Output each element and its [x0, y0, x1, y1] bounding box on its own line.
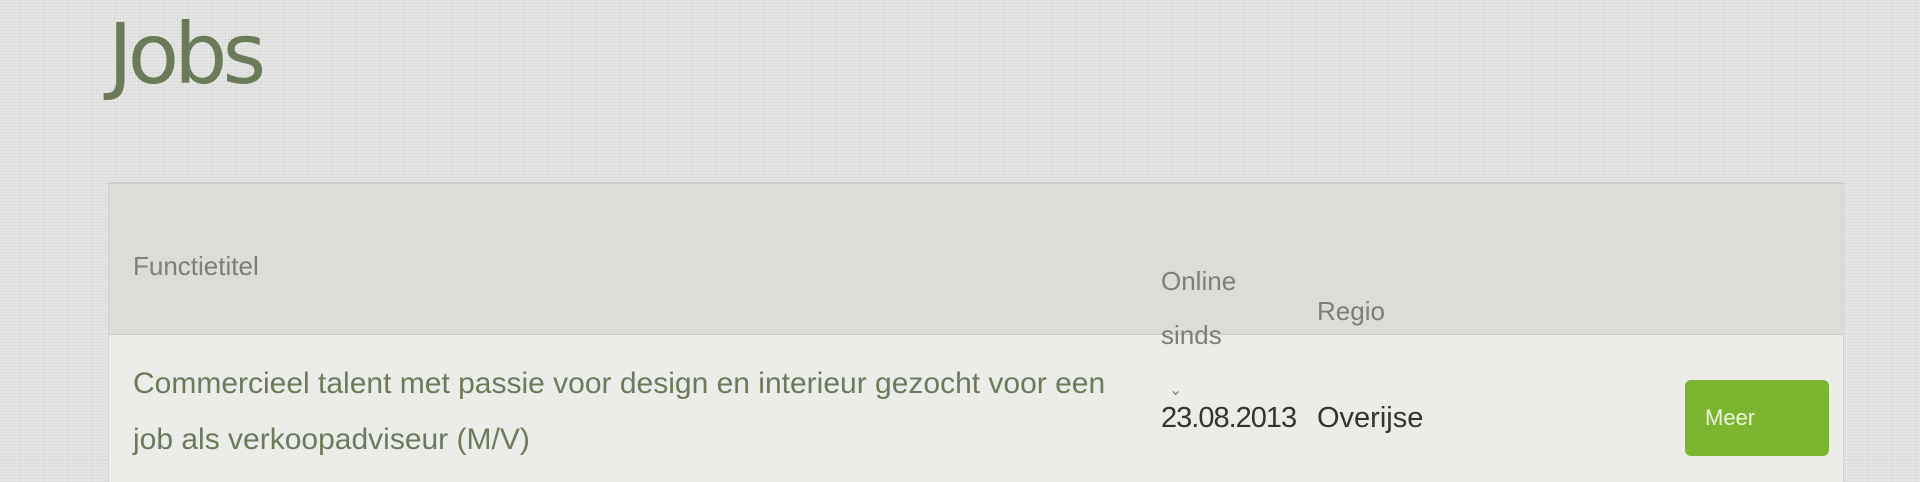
column-header-online-since-line1: Online: [1161, 266, 1237, 296]
table-header: Functietitel Online sinds⌄ Regio: [109, 182, 1843, 399]
job-title-link[interactable]: Commercieel talent met passie voor desig…: [133, 356, 1123, 468]
page-title: Jobs: [108, 5, 266, 103]
job-region: Overijse: [1317, 402, 1424, 434]
job-online-since: 23.08.2013: [1161, 402, 1297, 434]
view-job-button[interactable]: Meer: [1685, 380, 1829, 456]
column-header-region[interactable]: Regio: [1317, 284, 1385, 338]
column-header-title[interactable]: Functietitel: [133, 239, 259, 293]
jobs-table: Functietitel Online sinds⌄ Regio Commerc…: [108, 182, 1844, 482]
